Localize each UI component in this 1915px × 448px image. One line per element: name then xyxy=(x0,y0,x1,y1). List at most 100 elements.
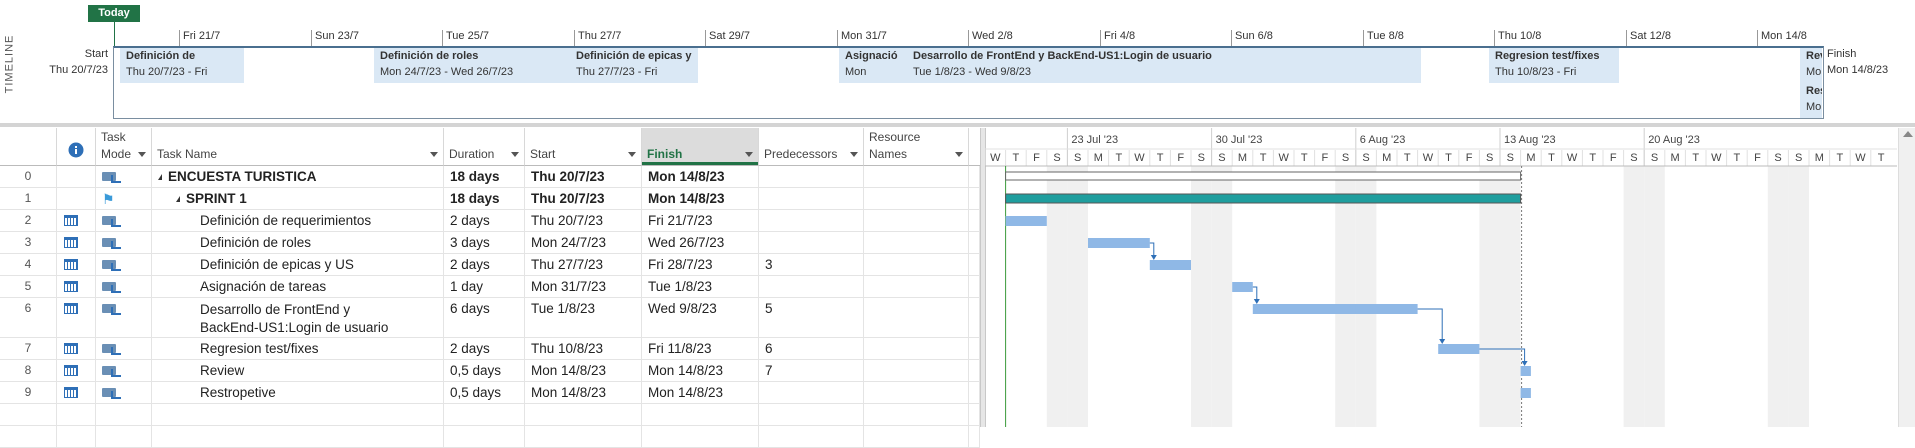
start-cell[interactable]: Tue 1/8/23 xyxy=(525,298,642,337)
resource-names-cell[interactable] xyxy=(864,276,969,297)
sprint-bar[interactable] xyxy=(1005,193,1522,204)
vertical-scrollbar[interactable] xyxy=(1898,128,1915,427)
finish-cell[interactable]: Fri 28/7/23 xyxy=(642,254,759,275)
empty-cell[interactable] xyxy=(969,404,980,425)
predecessors-cell[interactable] xyxy=(759,210,864,231)
task-mode-cell[interactable] xyxy=(96,382,152,403)
indicators-header[interactable] xyxy=(57,128,96,166)
finish-cell[interactable]: Fri 21/7/23 xyxy=(642,210,759,231)
task-bar[interactable] xyxy=(1088,238,1150,248)
table-row[interactable]: 8 Review 0,5 days Mon 14/8/23 Mon 14/8/23 7 xyxy=(0,360,980,382)
chevron-down-icon[interactable] xyxy=(511,152,519,157)
duration-cell[interactable]: 1 day xyxy=(444,276,525,297)
row-id[interactable]: 4 xyxy=(0,254,57,275)
task-sheet[interactable]: Task Mode Task Name Duration Start Finish… xyxy=(0,128,980,448)
task-bar[interactable] xyxy=(1520,388,1531,398)
add-column-header[interactable] xyxy=(969,128,980,166)
task-mode-cell[interactable] xyxy=(96,298,152,337)
duration-cell[interactable]: 2 days xyxy=(444,210,525,231)
row-id[interactable]: 0 xyxy=(0,166,57,187)
resource-names-cell[interactable] xyxy=(864,254,969,275)
timeline-task[interactable]: Definición de Thu 20/7/23 - Fri xyxy=(120,48,244,83)
start-cell[interactable]: Thu 20/7/23 xyxy=(525,166,642,187)
table-row[interactable]: 0 ENCUESTA TURISTICA 18 days Thu 20/7/23 Mon… xyxy=(0,166,980,188)
finish-header[interactable]: Finish xyxy=(642,128,759,166)
timeline-bar[interactable]: Definición de Thu 20/7/23 - Fri Definición… xyxy=(113,46,1824,119)
resource-names-header[interactable]: Resource Names xyxy=(864,128,969,166)
task-name-cell[interactable]: Restropetive xyxy=(152,382,444,403)
task-mode-cell[interactable] xyxy=(96,254,152,275)
table-row[interactable]: 4 Definición de epicas y US 2 days Thu 27/7… xyxy=(0,254,980,276)
empty-cell[interactable] xyxy=(864,426,969,447)
duration-cell[interactable]: 18 days xyxy=(444,166,525,187)
task-name-header[interactable]: Task Name xyxy=(152,128,444,166)
table-row[interactable]: 1 ⚑ SPRINT 1 18 days Thu 20/7/23 Mon 14/8/23 xyxy=(0,188,980,210)
empty-cell[interactable] xyxy=(444,404,525,425)
chevron-down-icon[interactable] xyxy=(955,152,963,157)
table-row[interactable]: 2 Definición de requerimientos 2 days Thu 2… xyxy=(0,210,980,232)
resource-names-cell[interactable] xyxy=(864,382,969,403)
empty-cell[interactable] xyxy=(96,426,152,447)
predecessors-cell[interactable]: 6 xyxy=(759,338,864,359)
empty-cell[interactable] xyxy=(57,404,96,425)
row-id[interactable]: 8 xyxy=(0,360,57,381)
duration-cell[interactable]: 6 days xyxy=(444,298,525,337)
chevron-down-icon[interactable] xyxy=(745,152,753,157)
predecessors-cell[interactable] xyxy=(759,166,864,187)
resource-names-cell[interactable] xyxy=(864,232,969,253)
task-mode-cell[interactable]: ⚑ xyxy=(96,188,152,209)
timeline-task[interactable]: Definición de epicas y Thu 27/7/23 - Fri xyxy=(570,48,698,83)
task-name-cell[interactable]: Regresion test/fixes xyxy=(152,338,444,359)
task-mode-cell[interactable] xyxy=(96,276,152,297)
timeline-pane[interactable]: TIMELINE Today Fri 21/7 Sun 23/7 Tue 25/7 T… xyxy=(0,0,1915,122)
predecessors-cell[interactable]: 3 xyxy=(759,254,864,275)
duration-cell[interactable]: 0,5 days xyxy=(444,382,525,403)
chevron-down-icon[interactable] xyxy=(138,152,146,157)
timeline-task[interactable]: Desarrollo de FrontEnd y BackEnd-US1:Log… xyxy=(907,48,1421,83)
empty-cell[interactable] xyxy=(642,404,759,425)
gantt-chart[interactable]: WTFSSMTWTFSSMTWTFSSMTWTFSSMTWTFSSMTWTFSS… xyxy=(985,128,1897,427)
resource-names-cell[interactable] xyxy=(864,338,969,359)
finish-cell[interactable]: Mon 14/8/23 xyxy=(642,166,759,187)
empty-cell[interactable] xyxy=(525,404,642,425)
row-id[interactable]: 3 xyxy=(0,232,57,253)
task-name-cell[interactable]: Definición de roles xyxy=(152,232,444,253)
empty-cell[interactable] xyxy=(57,426,96,447)
finish-cell[interactable]: Mon 14/8/23 xyxy=(642,188,759,209)
empty-cell[interactable] xyxy=(152,426,444,447)
table-row[interactable]: 5 Asignación de tareas 1 day Mon 31/7/23 Tue… xyxy=(0,276,980,298)
empty-cell[interactable] xyxy=(96,404,152,425)
row-id[interactable]: 2 xyxy=(0,210,57,231)
task-name-cell[interactable]: Definición de requerimientos xyxy=(152,210,444,231)
row-id[interactable]: 9 xyxy=(0,382,57,403)
task-mode-header[interactable]: Task Mode xyxy=(96,128,152,166)
empty-row[interactable] xyxy=(0,404,980,426)
task-bar[interactable] xyxy=(1520,366,1531,376)
select-all-corner[interactable] xyxy=(0,128,57,166)
duration-cell[interactable]: 0,5 days xyxy=(444,360,525,381)
row-id[interactable]: 6 xyxy=(0,298,57,337)
finish-cell[interactable]: Wed 9/8/23 xyxy=(642,298,759,337)
task-mode-cell[interactable] xyxy=(96,360,152,381)
timeline-task[interactable]: Regresion test/fixes Thu 10/8/23 - Fri xyxy=(1489,48,1619,83)
resource-names-cell[interactable] xyxy=(864,188,969,209)
summary-bar[interactable] xyxy=(1005,171,1522,181)
predecessors-cell[interactable] xyxy=(759,232,864,253)
predecessors-cell[interactable] xyxy=(759,382,864,403)
task-bar[interactable] xyxy=(1149,260,1191,270)
empty-cell[interactable] xyxy=(444,426,525,447)
gantt-canvas[interactable]: WTFSSMTWTFSSMTWTFSSMTWTFSSMTWTFSSMTWTFSS… xyxy=(985,128,1897,427)
start-cell[interactable]: Thu 20/7/23 xyxy=(525,188,642,209)
predecessors-cell[interactable] xyxy=(759,188,864,209)
task-mode-cell[interactable] xyxy=(96,338,152,359)
empty-cell[interactable] xyxy=(759,404,864,425)
predecessors-cell[interactable] xyxy=(759,276,864,297)
resource-names-cell[interactable] xyxy=(864,166,969,187)
finish-cell[interactable]: Mon 14/8/23 xyxy=(642,382,759,403)
scroll-up-icon[interactable] xyxy=(1903,131,1913,137)
duration-cell[interactable]: 2 days xyxy=(444,254,525,275)
finish-cell[interactable]: Mon 14/8/23 xyxy=(642,360,759,381)
duration-cell[interactable]: 18 days xyxy=(444,188,525,209)
row-id[interactable]: 1 xyxy=(0,188,57,209)
task-bar[interactable] xyxy=(1232,282,1253,292)
